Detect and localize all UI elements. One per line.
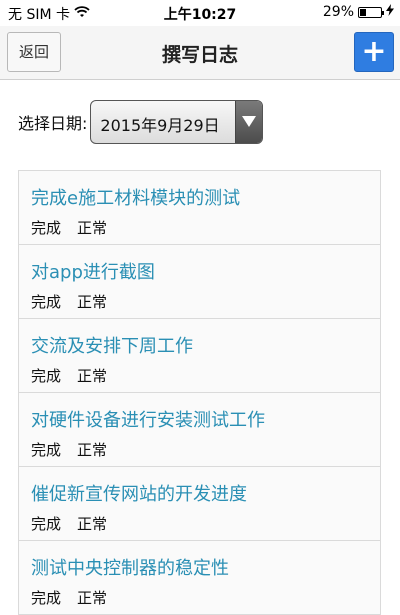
status-bar: 无 SIM 卡 上午10:27 29% [0,0,400,26]
battery-fill [360,8,366,16]
battery-icon [358,6,384,18]
log-meta: 完成 正常 [31,291,107,312]
log-title[interactable]: 催促新宣传网站的开发进度 [31,480,247,506]
status-right: 29% [323,4,394,20]
log-list: 完成e施工材料模块的测试 完成 正常 对app进行截图 完成 正常 交流及安排下周工… [18,170,381,615]
nav-bar: 返回 撰写日志 + [0,26,400,80]
date-value: 2015年9月29日 [100,116,220,135]
log-meta: 完成 正常 [31,513,107,534]
log-priority: 正常 [77,589,108,607]
date-arrow-button[interactable] [235,101,263,143]
log-priority: 正常 [77,219,108,237]
date-row: 选择日期: 2015年9月29日 [18,100,264,144]
log-priority: 正常 [77,441,108,459]
date-select[interactable]: 2015年9月29日 [90,100,264,144]
date-label: 选择日期: [18,114,88,133]
log-status: 完成 [31,589,62,607]
chevron-down-icon [242,116,257,127]
list-item[interactable]: 对硬件设备进行安装测试工作 完成 正常 [19,393,380,467]
log-priority: 正常 [77,367,108,385]
list-item[interactable]: 交流及安排下周工作 完成 正常 [19,319,380,393]
log-title[interactable]: 完成e施工材料模块的测试 [31,184,240,210]
bolt-icon [386,4,394,20]
log-priority: 正常 [77,515,108,533]
log-meta: 完成 正常 [31,587,107,608]
log-meta: 完成 正常 [31,439,107,460]
log-title[interactable]: 交流及安排下周工作 [31,332,193,358]
log-title[interactable]: 对硬件设备进行安装测试工作 [31,406,265,432]
log-title[interactable]: 测试中央控制器的稳定性 [31,554,229,580]
battery-tip [382,10,384,15]
log-priority: 正常 [77,293,108,311]
list-item[interactable]: 对app进行截图 完成 正常 [19,245,380,319]
log-status: 完成 [31,219,62,237]
battery-percent: 29% [322,4,354,20]
log-meta: 完成 正常 [31,365,107,386]
log-status: 完成 [31,441,62,459]
log-status: 完成 [31,515,62,533]
log-meta: 完成 正常 [31,217,107,238]
plus-icon: + [361,34,387,69]
log-title[interactable]: 对app进行截图 [31,258,155,284]
page-title: 撰写日志 [161,44,238,66]
log-status: 完成 [31,367,62,385]
log-status: 完成 [31,293,62,311]
list-item[interactable]: 完成e施工材料模块的测试 完成 正常 [19,171,380,245]
list-item[interactable]: 测试中央控制器的稳定性 完成 正常 [19,541,380,615]
list-item[interactable]: 催促新宣传网站的开发进度 完成 正常 [19,467,380,541]
add-log-button[interactable]: + [354,32,394,72]
